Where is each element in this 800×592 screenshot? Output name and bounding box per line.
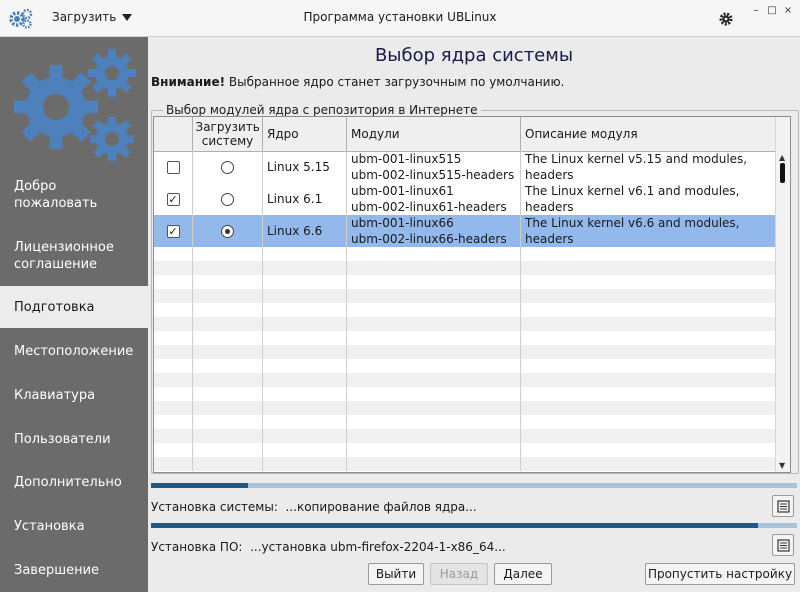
table-row[interactable]: ✓ Linux 6.1 ubm-001-linux61 ubm-002-linux… bbox=[154, 183, 776, 215]
column-header-boot[interactable]: Загрузить систему bbox=[193, 117, 263, 151]
sidebar-item-finish[interactable]: Завершение bbox=[0, 549, 148, 591]
kernel-name: Linux 5.15 bbox=[263, 151, 347, 183]
close-button[interactable]: × bbox=[782, 5, 794, 17]
minimize-button[interactable]: – bbox=[750, 5, 762, 17]
back-button[interactable]: Назад bbox=[430, 563, 488, 585]
kernel-name: Linux 6.1 bbox=[263, 183, 347, 215]
boot-radio[interactable] bbox=[221, 192, 234, 206]
column-header-select[interactable] bbox=[154, 117, 193, 151]
scroll-up-icon[interactable]: ▲ bbox=[779, 153, 785, 162]
gears-logo-icon bbox=[9, 8, 33, 29]
description-cell: The Linux kernel v5.15 and modules, heade… bbox=[525, 152, 748, 182]
system-status: Установка системы: ...копирование файлов… bbox=[151, 500, 477, 514]
system-progress-bar bbox=[151, 483, 797, 488]
module-checkbox[interactable]: ✓ bbox=[166, 224, 180, 238]
modules-cell: ubm-001-linux66 ubm-002-linux66-headers bbox=[347, 215, 521, 247]
notice-text: Внимание! Выбранное ядро станет загрузоч… bbox=[151, 75, 564, 89]
software-status-text: ...установка ubm-firefox-2204-1-x86_64..… bbox=[250, 540, 506, 554]
title-bar: Загрузить Программа установки UBLinux – … bbox=[0, 0, 800, 37]
sidebar-item-location[interactable]: Местоположение bbox=[0, 330, 148, 372]
skip-setup-button[interactable]: Пропустить настройку bbox=[645, 563, 795, 585]
scrollbar-thumb[interactable] bbox=[780, 163, 785, 183]
module-checkbox[interactable]: ✓ bbox=[166, 192, 180, 206]
system-status-text: ...копирование файлов ядра... bbox=[285, 500, 477, 514]
software-status: Установка ПО: ...установка ubm-firefox-2… bbox=[151, 540, 506, 554]
table-body: Linux 5.15 ubm-001-linux515 ubm-002-linux… bbox=[154, 151, 776, 471]
column-header-kernel[interactable]: Ядро bbox=[263, 117, 347, 151]
description-cell: The Linux kernel v6.1 and modules, header… bbox=[525, 184, 740, 214]
log-icon bbox=[776, 538, 790, 552]
notice-warning: Внимание! bbox=[151, 75, 226, 89]
scroll-down-icon[interactable]: ▼ bbox=[779, 461, 785, 470]
software-progress-fill bbox=[151, 523, 759, 528]
sidebar-item-license[interactable]: Лицензионное соглашение bbox=[0, 227, 148, 285]
software-status-label: Установка ПО: bbox=[151, 540, 243, 554]
system-log-button[interactable] bbox=[772, 495, 794, 517]
maximize-button[interactable]: □ bbox=[766, 5, 778, 17]
sidebar-item-keyboard[interactable]: Клавиатура bbox=[0, 374, 148, 416]
sidebar-item-installation[interactable]: Установка bbox=[0, 505, 148, 547]
column-header-modules[interactable]: Модули bbox=[347, 117, 521, 151]
sidebar-item-preparation[interactable]: Подготовка bbox=[0, 286, 148, 328]
software-log-button[interactable] bbox=[772, 534, 794, 556]
window-controls: – □ × bbox=[750, 5, 794, 17]
table-row[interactable]: Linux 5.15 ubm-001-linux515 ubm-002-linux… bbox=[154, 151, 776, 183]
column-header-description[interactable]: Описание модуля bbox=[521, 117, 776, 151]
module-checkbox[interactable] bbox=[166, 160, 180, 174]
system-progress-fill bbox=[151, 483, 248, 488]
description-cell: The Linux kernel v6.6 and modules, header… bbox=[525, 216, 740, 246]
notice-message: Выбранное ядро станет загрузочным по умо… bbox=[225, 75, 565, 89]
boot-radio[interactable] bbox=[221, 160, 234, 174]
modules-cell: ubm-001-linux515 ubm-002-linux515-headers bbox=[347, 151, 521, 183]
sidebar-item-welcome[interactable]: Добро пожаловать bbox=[0, 165, 148, 225]
log-icon bbox=[776, 499, 790, 513]
gears-logo-icon bbox=[14, 49, 136, 161]
sidebar-item-additional[interactable]: Дополнительно bbox=[0, 461, 148, 503]
sidebar-item-users[interactable]: Пользователи bbox=[0, 418, 148, 460]
system-status-label: Установка системы: bbox=[151, 500, 278, 514]
main-panel: Выбор ядра системы Внимание! Выбранное я… bbox=[148, 37, 800, 592]
boot-radio[interactable] bbox=[221, 224, 234, 238]
next-button[interactable]: Далее bbox=[494, 563, 552, 585]
modules-cell: ubm-001-linux61 ubm-002-linux61-headers bbox=[347, 183, 521, 215]
table-header: Загрузить систему Ядро Модули Описание м… bbox=[154, 117, 790, 152]
kernel-name: Linux 6.6 bbox=[263, 215, 347, 247]
load-menu-label: Загрузить bbox=[52, 10, 117, 24]
sidebar: Добро пожаловать Лицензионное соглашение… bbox=[0, 37, 148, 592]
software-progress-bar bbox=[151, 523, 797, 528]
exit-button[interactable]: Выйти bbox=[368, 563, 424, 585]
kernel-table: Загрузить систему Ядро Модули Описание м… bbox=[153, 116, 791, 473]
chevron-down-icon bbox=[122, 13, 133, 21]
empty-rows bbox=[154, 247, 776, 471]
gear-icon[interactable] bbox=[718, 11, 734, 27]
group-title: Выбор модулей ядра с репозитория в Интер… bbox=[163, 103, 481, 117]
load-menu-button[interactable]: Загрузить bbox=[52, 10, 133, 24]
page-title: Выбор ядра системы bbox=[374, 45, 574, 66]
table-row-selected[interactable]: ✓ Linux 6.6 ubm-001-linux66 ubm-002-linux… bbox=[154, 215, 776, 247]
table-scrollbar[interactable]: ▲ ▼ bbox=[775, 117, 790, 472]
